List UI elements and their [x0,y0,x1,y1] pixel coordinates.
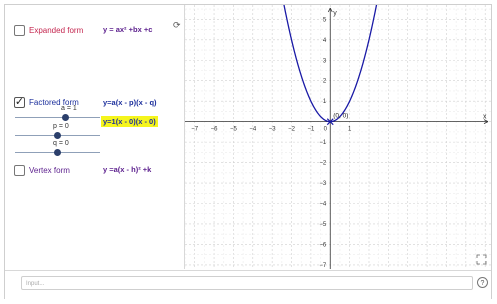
x-tick-label: −4 [249,127,257,133]
x-tick-label: −7 [191,127,199,133]
slider-q-knob[interactable] [54,149,61,156]
x-tick-label: −1 [307,127,315,133]
x-axis-label: x [483,114,487,121]
vertex-form-equation: y =a(x - h)² +k [103,165,152,174]
y-tick-label: 3 [323,58,327,64]
fullscreen-icon [476,254,487,265]
help-icon[interactable]: ? [477,277,488,288]
y-tick-label: −6 [319,242,327,248]
vertex-form-checkbox[interactable] [14,165,25,176]
y-tick-label: −5 [319,222,327,228]
expanded-form-label: Expanded form [29,26,84,35]
y-tick-label: −3 [319,181,327,187]
x-tick-label: −2 [288,127,296,133]
x-tick-label: −3 [269,127,277,133]
vertex-form-row[interactable]: Vertex form [14,165,70,176]
y-tick-label: 4 [323,38,327,44]
x-tick-label: 1 [348,127,352,133]
vertex-point-label: (0, 0) [333,113,348,120]
y-axis-label: y [333,10,337,17]
input-field[interactable]: Input... [21,276,473,290]
y-tick-label: 2 [323,79,327,85]
slider-a[interactable] [15,112,100,122]
factored-form-equation: y=a(x - p)(x - q) [103,98,157,107]
y-tick-label: −2 [319,161,327,167]
y-tick-label: −4 [319,202,327,208]
expanded-form-checkbox[interactable] [14,25,25,36]
x-tick-label: −6 [211,127,219,133]
input-bar: Input... ? [5,270,491,299]
slider-a-knob[interactable] [61,114,69,121]
slider-a-label: a = 1 [61,105,77,112]
slider-p-label: p = 0 [53,123,69,130]
y-tick-label: 1 [323,99,327,105]
slider-p[interactable] [15,130,100,140]
factored-form-checkbox[interactable]: ✓ [14,97,25,108]
graphics-view[interactable]: x y −7 −6 −5 −4 −3 −2 −1 1 0 1 2 3 4 5 −1 −2 −3 −4 −5 −6 −7 (0,… [185,5,491,269]
expanded-form-row[interactable]: Expanded form [14,25,83,36]
graph-canvas[interactable]: xy−7 −6 −5 −4 −3 −2 −1 1012345−1−2−3−4−5−6−7(0,… [185,5,491,269]
y-tick-label: −1 [319,140,327,146]
vertex-form-label: Vertex form [29,166,70,175]
refresh-icon[interactable]: ⟳ [173,20,181,31]
checkmark-icon: ✓ [14,96,25,108]
x-tick-label: −5 [230,127,238,133]
slider-p-knob[interactable] [54,132,61,139]
expanded-form-equation: y = ax² +bx +c [103,25,153,34]
slider-q-label: q = 0 [53,140,69,147]
algebra-panel: Expanded form y = ax² +bx +c ✓ Factored … [5,5,185,269]
y-tick-label: −7 [319,263,327,269]
factored-form-instance: y=1(x - 0)(x - 0) [101,116,158,127]
slider-q[interactable] [15,147,100,157]
y-tick-label: 5 [323,17,327,23]
